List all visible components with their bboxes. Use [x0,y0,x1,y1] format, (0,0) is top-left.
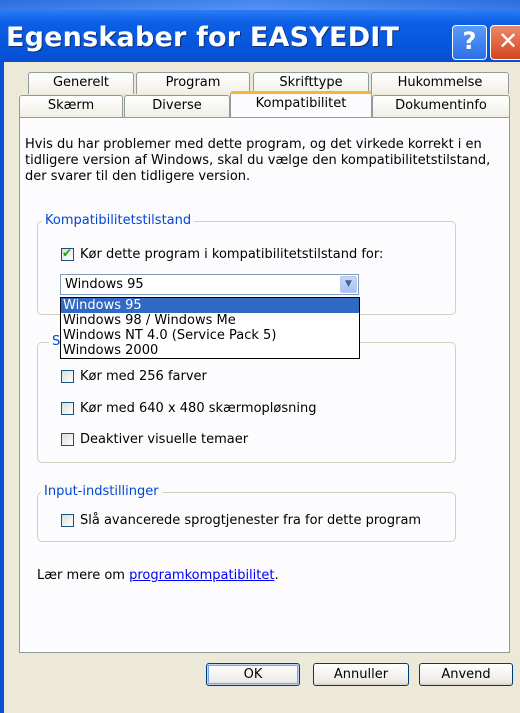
checkbox-row-640x480[interactable]: Kør med 640 x 480 skærmopløsning [61,401,316,416]
dropdown-option-windows-nt4[interactable]: Windows NT 4.0 (Service Pack 5) [61,328,359,343]
compat-checkbox-label: Kør dette program i kompatibilitetstilst… [80,247,384,262]
help-button[interactable]: ? [452,25,487,60]
learn-more-prefix: Lær mere om [37,568,130,583]
dropdown-option-windows-95[interactable]: Windows 95 [61,298,359,313]
program-compat-link[interactable]: programkompatibilitet [129,568,274,583]
checkbox-language-services[interactable] [61,514,74,527]
checkbox-256-colors-label: Kør med 256 farver [80,369,207,384]
checkbox-language-services-label: Slå avancerede sprogtjenester fra for de… [80,513,422,528]
checkbox-row-256-colors[interactable]: Kør med 256 farver [61,369,207,384]
learn-more-text: Lær mere om programkompatibilitet. [37,568,279,583]
learn-more-suffix: . [274,568,279,583]
cancel-button[interactable]: Annuller [313,663,409,686]
dropdown-option-windows-2000[interactable]: Windows 2000 [61,343,359,358]
ok-button[interactable]: OK [206,663,300,686]
chevron-down-icon[interactable]: ▼ [340,276,357,293]
compat-mode-select[interactable]: Windows 95 ▼ [60,274,359,295]
compat-checkbox[interactable] [61,246,74,261]
checkbox-visual-themes-label: Deaktiver visuelle temaer [80,432,249,447]
description-text: Hvis du har problemer med dette program,… [25,137,491,184]
compat-mode-value: Windows 95 [65,277,144,292]
checkbox-640x480-label: Kør med 640 x 480 skærmopløsning [80,401,317,416]
checkbox-row-language-services[interactable]: Slå avancerede sprogtjenester fra for de… [61,513,421,528]
compat-mode-dropdown: Windows 95 Windows 98 / Windows Me Windo… [60,297,360,359]
checkbox-row-visual-themes[interactable]: Deaktiver visuelle temaer [61,432,248,447]
tab-generelt[interactable]: Generelt [28,72,134,94]
tab-hukommelse[interactable]: Hukommelse [371,72,509,94]
input-group-legend: Input-indstillinger [41,484,162,499]
compat-checkbox-row[interactable]: Kør dette program i kompatibilitetstilst… [61,246,384,262]
window-title: Egenskaber for EASYEDIT [6,22,400,53]
apply-button[interactable]: Anvend [419,663,513,686]
checkbox-256-colors[interactable] [61,370,74,383]
tab-dokumentinfo[interactable]: Dokumentinfo [372,95,510,117]
close-button[interactable]: ✕ [490,25,520,60]
tab-skaerm[interactable]: Skærm [19,95,123,117]
checkbox-640x480[interactable] [61,402,74,415]
dropdown-option-windows-98-me[interactable]: Windows 98 / Windows Me [61,313,359,328]
compat-group-legend: Kompatibilitetstilstand [42,213,195,228]
tab-diverse[interactable]: Diverse [124,95,230,117]
checkbox-visual-themes[interactable] [61,433,74,446]
tab-kompatibilitet[interactable]: Kompatibilitet [230,91,372,117]
title-bar-highlight [0,0,520,10]
